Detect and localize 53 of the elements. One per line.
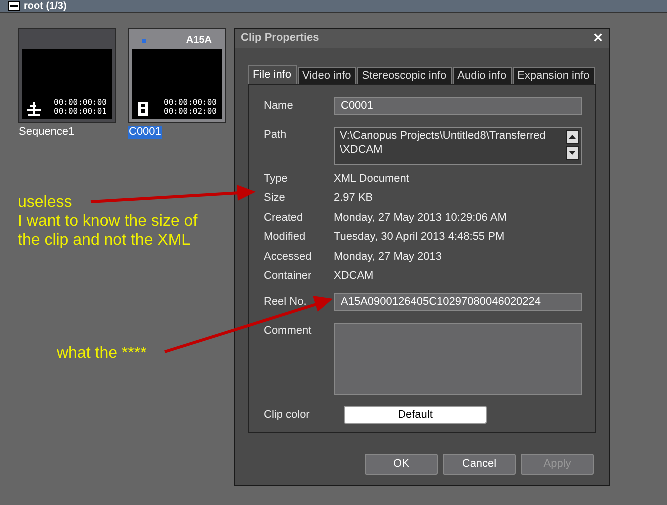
path-field[interactable]: V:\Canopus Projects\Untitled8\Transferred \XDCAM (334, 127, 582, 165)
annotation-line: I want to know the size of (18, 212, 198, 231)
tab[interactable]: Stereoscopic info (357, 67, 452, 84)
sequence-icon (27, 102, 41, 116)
clip-thumbnail[interactable]: A15A 00:00:00:00 00:00:02:00 (128, 28, 226, 123)
field-label: Created (264, 210, 304, 226)
field-label: Size (264, 191, 286, 206)
dialog-button[interactable]: OK (365, 454, 438, 475)
field-value: 2.97 KB (334, 191, 374, 206)
dialog-button[interactable]: Cancel (443, 454, 516, 475)
annotation-line: the clip and not the XML (18, 231, 192, 250)
tab[interactable]: Video info (298, 67, 356, 84)
field-label: Name (264, 98, 294, 114)
timecode-in: 00:00:00:00 (164, 98, 217, 107)
field-label: Clip color (264, 408, 311, 423)
scroll-down-button[interactable] (566, 146, 579, 160)
tab[interactable]: Audio info (452, 67, 512, 84)
down-arrow-icon (569, 151, 576, 155)
up-arrow-icon (569, 135, 576, 139)
clip-thumbnail[interactable]: 00:00:00:00 00:00:00:01 (18, 28, 116, 123)
field-value: Tuesday, 30 April 2013 4:48:55 PM (334, 230, 505, 245)
field-value: Monday, 27 May 2013 (334, 250, 442, 264)
path-text: V:\Canopus Projects\Untitled8\Transferred \XDCAM (339, 129, 547, 158)
field-label: Accessed (264, 250, 313, 264)
annotation-line: what the **** (57, 345, 147, 362)
clip-name[interactable]: Sequence1 (18, 126, 76, 139)
folder-icon (8, 1, 20, 11)
tab[interactable]: File info (248, 65, 297, 84)
clip-color-button[interactable]: Default (344, 406, 487, 424)
field-label: Container (264, 269, 313, 284)
comment-field[interactable] (334, 323, 582, 395)
text-field[interactable]: C0001 (334, 97, 582, 115)
field-label: Comment (264, 324, 313, 339)
field-label: Type (264, 172, 289, 186)
timecode-out: 00:00:02:00 (164, 107, 217, 116)
timecode-in: 00:00:00:00 (54, 98, 107, 107)
dialog-title: Clip Properties (241, 31, 320, 46)
tab[interactable]: Expansion info (512, 67, 595, 84)
text-field[interactable]: A15A0900126405C10297080046020224 (334, 293, 582, 311)
field-label: Reel No. (264, 294, 308, 310)
field-label: Path (264, 128, 288, 143)
timecode-out: 00:00:00:01 (54, 107, 107, 116)
field-value: XDCAM (334, 269, 374, 284)
reel-label: A15A (186, 34, 212, 48)
field-value: XML Document (334, 172, 410, 186)
film-strip-icon (137, 102, 149, 116)
clip-name[interactable]: C0001 (128, 126, 162, 139)
field-value: Monday, 27 May 2013 10:29:06 AM (334, 210, 507, 226)
close-button[interactable]: × (594, 30, 603, 46)
bin-title: root (1/3) (24, 0, 67, 14)
scroll-up-button[interactable] (566, 130, 579, 144)
annotation-line: useless (18, 193, 74, 212)
field-label: Modified (264, 230, 307, 245)
